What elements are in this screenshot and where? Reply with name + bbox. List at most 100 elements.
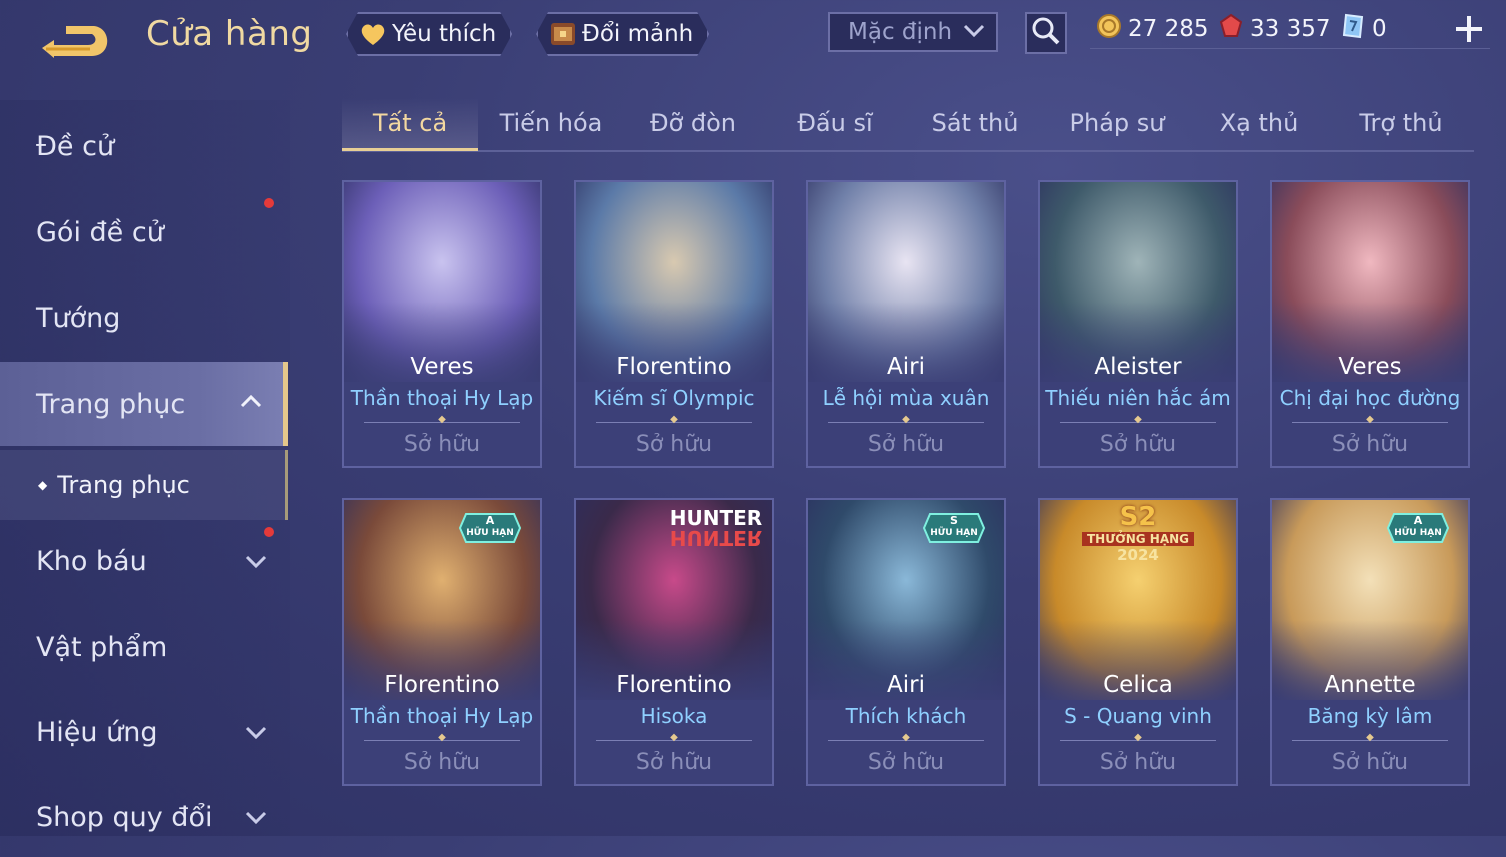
badge-label: HỮU HẠN <box>1394 528 1442 538</box>
hero-name: Florentino <box>384 672 500 698</box>
skin-card[interactable]: Veres Thần thoại Hy Lạp Sở hữu <box>342 180 542 468</box>
sort-dropdown[interactable]: Mặc định <box>828 12 998 52</box>
sidebar-item-label: Hiệu ứng <box>36 716 158 748</box>
skin-card[interactable]: Florentino Thần thoại Hy Lạp Sở hữu AHỮU HẠ… <box>342 498 542 786</box>
sidebar-item-label: Gói đề cử <box>36 216 164 248</box>
page-title: Cửa hàng <box>146 14 313 54</box>
sort-value: Mặc định <box>848 19 953 45</box>
skin-name: Lễ hội mùa xuân <box>822 386 990 410</box>
sidebar-item-featured[interactable]: Đề cử <box>0 106 288 186</box>
owned-status: Sở hữu <box>1331 750 1409 775</box>
hero-name: Aleister <box>1094 354 1182 380</box>
skin-card[interactable]: Florentino Hisoka Sở hữu HUNTERHUNTER <box>574 498 774 786</box>
divider <box>364 422 520 423</box>
divider <box>596 740 752 741</box>
badge-label: HỮU HẠN <box>930 528 978 538</box>
tab-marksman[interactable]: Xạ thủ <box>1194 98 1324 148</box>
sidebar-item-effects[interactable]: Hiệu ứng <box>0 692 288 772</box>
owned-status: Sở hữu <box>635 432 713 457</box>
skin-name: S - Quang vinh <box>1064 704 1212 728</box>
badge-label: HỮU HẠN <box>466 528 514 538</box>
hero-name: Celica <box>1103 672 1173 698</box>
gold-value: 27 285 <box>1128 16 1209 42</box>
sidebar-subitem-skins[interactable]: ◆ Trang phục <box>0 450 288 520</box>
heart-icon <box>358 19 388 49</box>
skin-card[interactable]: Florentino Kiếm sĩ Olympic Sở hữu <box>574 180 774 468</box>
skin-card[interactable]: Celica S - Quang vinh Sở hữu S2THƯỞNG HẠNG2… <box>1038 498 1238 786</box>
hero-name: Veres <box>410 354 474 380</box>
logo-year: 2024 <box>1117 546 1159 564</box>
top-bar: Cửa hàng Yêu thích Đổi mảnh Mặc định 27 … <box>0 0 1506 78</box>
skin-name: Chị đại học đường <box>1279 386 1461 410</box>
sidebar-item-label: Đề cử <box>36 130 115 162</box>
tab-mage[interactable]: Pháp sư <box>1052 98 1182 148</box>
exchange-label: Đổi mảnh <box>582 21 694 47</box>
tab-support[interactable]: Trợ thủ <box>1336 98 1466 148</box>
tab-tank[interactable]: Đỡ đòn <box>628 98 758 148</box>
back-arrow-icon[interactable] <box>36 18 114 60</box>
badge-grade: S <box>950 514 958 527</box>
hero-name: Florentino <box>616 354 732 380</box>
hero-name: Airi <box>887 672 925 698</box>
tab-evolution[interactable]: Tiến hóa <box>486 98 616 148</box>
skin-name: Thiếu niên hắc ám <box>1045 386 1231 410</box>
divider <box>364 740 520 741</box>
skin-name: Hisoka <box>640 704 708 728</box>
sidebar-item-exchange-shop[interactable]: Shop quy đổi <box>0 777 288 857</box>
gold-balance: 27 285 <box>1096 14 1208 44</box>
owned-status: Sở hữu <box>1331 432 1409 457</box>
sidebar-item-label: Tướng <box>36 302 121 334</box>
sidebar-item-label: Shop quy đổi <box>36 801 213 833</box>
owned-status: Sở hữu <box>867 432 945 457</box>
add-currency-icon[interactable] <box>1452 12 1486 46</box>
owned-status: Sở hữu <box>403 432 481 457</box>
favorites-label: Yêu thích <box>392 21 497 47</box>
divider <box>1090 48 1490 49</box>
logo-rank-reward: THƯỞNG HẠNG <box>1082 532 1194 546</box>
owned-status: Sở hữu <box>867 750 945 775</box>
logo-season: S2 <box>1119 502 1157 532</box>
hero-name: Annette <box>1324 672 1416 698</box>
tab-fighter[interactable]: Đấu sĩ <box>770 98 900 148</box>
logo-line-mirrored: HUNTER <box>669 526 763 550</box>
skin-card[interactable]: Veres Chị đại học đường Sở hữu <box>1270 180 1470 468</box>
sidebar-item-label: Vật phẩm <box>36 631 168 663</box>
sidebar-item-bundles[interactable]: Gói đề cử <box>0 192 288 272</box>
season-reward-logo: S2 THƯỞNG HẠNG 2024 <box>1082 502 1194 574</box>
divider <box>1060 422 1216 423</box>
skin-name: Băng kỳ lâm <box>1307 704 1433 728</box>
skin-card[interactable]: Airi Thích khách Sở hữu SHỮU HẠN <box>806 498 1006 786</box>
tab-assassin[interactable]: Sát thủ <box>910 98 1040 148</box>
voucher-balance: 0 <box>1340 13 1387 44</box>
sidebar-item-label: Trang phục <box>36 388 186 420</box>
divider <box>828 740 984 741</box>
sidebar-item-skins[interactable]: Trang phục <box>0 362 288 446</box>
favorites-button[interactable]: Yêu thích <box>346 12 512 56</box>
owned-status: Sở hữu <box>1099 750 1177 775</box>
limited-badge: A HỮU HẠN <box>1386 512 1450 544</box>
hero-name: Airi <box>887 354 925 380</box>
gold-coin-icon <box>1096 13 1122 45</box>
hero-name: Veres <box>1338 354 1402 380</box>
skin-card[interactable]: Airi Lễ hội mùa xuân Sở hữu <box>806 180 1006 468</box>
chevron-down-icon <box>244 720 268 744</box>
sidebar-item-items[interactable]: Vật phẩm <box>0 607 288 687</box>
sidebar-item-heroes[interactable]: Tướng <box>0 278 288 358</box>
skin-card[interactable]: Aleister Thiếu niên hắc ám Sở hữu <box>1038 180 1238 468</box>
gem-balance: 33 357 <box>1218 13 1331 44</box>
search-icon <box>1031 16 1061 50</box>
tab-all[interactable]: Tất cả <box>342 98 478 151</box>
gem-value: 33 357 <box>1250 16 1331 42</box>
sidebar-item-treasure[interactable]: Kho báu <box>0 521 288 601</box>
badge-grade: A <box>1413 514 1423 527</box>
bullet-icon: ◆ <box>38 478 48 492</box>
sidebar-item-label: Kho báu <box>36 545 147 577</box>
divider <box>1292 740 1448 741</box>
chevron-down-icon <box>244 549 268 573</box>
limited-badge: A HỮU HẠN <box>458 512 522 544</box>
skin-card[interactable]: Annette Băng kỳ lâm Sở hữu AHỮU HẠN <box>1270 498 1470 786</box>
search-button[interactable] <box>1025 12 1067 54</box>
exchange-fragments-button[interactable]: Đổi mảnh <box>536 12 709 56</box>
voucher-value: 0 <box>1372 16 1387 42</box>
sidebar-subitem-label: Trang phục <box>57 471 190 499</box>
